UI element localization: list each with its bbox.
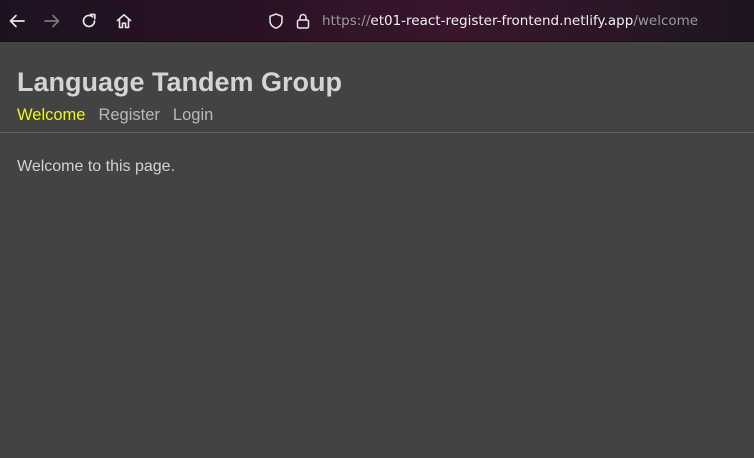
nav-link-welcome[interactable]: Welcome [17, 106, 85, 125]
back-arrow-icon[interactable] [6, 10, 28, 32]
page-title: Language Tandem Group [17, 67, 343, 97]
main-nav: Welcome Register Login [17, 106, 213, 125]
reload-icon[interactable] [78, 10, 100, 32]
url-scheme: https:// [322, 13, 371, 29]
url-path: /welcome [633, 13, 699, 29]
url-host: et01-react-register-frontend.netlify.app [370, 13, 634, 29]
forward-arrow-icon[interactable] [41, 10, 63, 32]
shield-icon[interactable] [265, 10, 287, 32]
page-content: Language Tandem Group Welcome Register L… [0, 42, 754, 458]
nav-divider [0, 132, 754, 133]
lock-icon[interactable] [292, 10, 314, 32]
home-icon[interactable] [113, 10, 135, 32]
browser-toolbar: https://et01-react-register-frontend.net… [0, 0, 754, 42]
welcome-message: Welcome to this page. [17, 158, 176, 175]
nav-link-register[interactable]: Register [98, 106, 159, 125]
url-bar[interactable]: https://et01-react-register-frontend.net… [322, 13, 698, 30]
nav-link-login[interactable]: Login [173, 106, 213, 125]
